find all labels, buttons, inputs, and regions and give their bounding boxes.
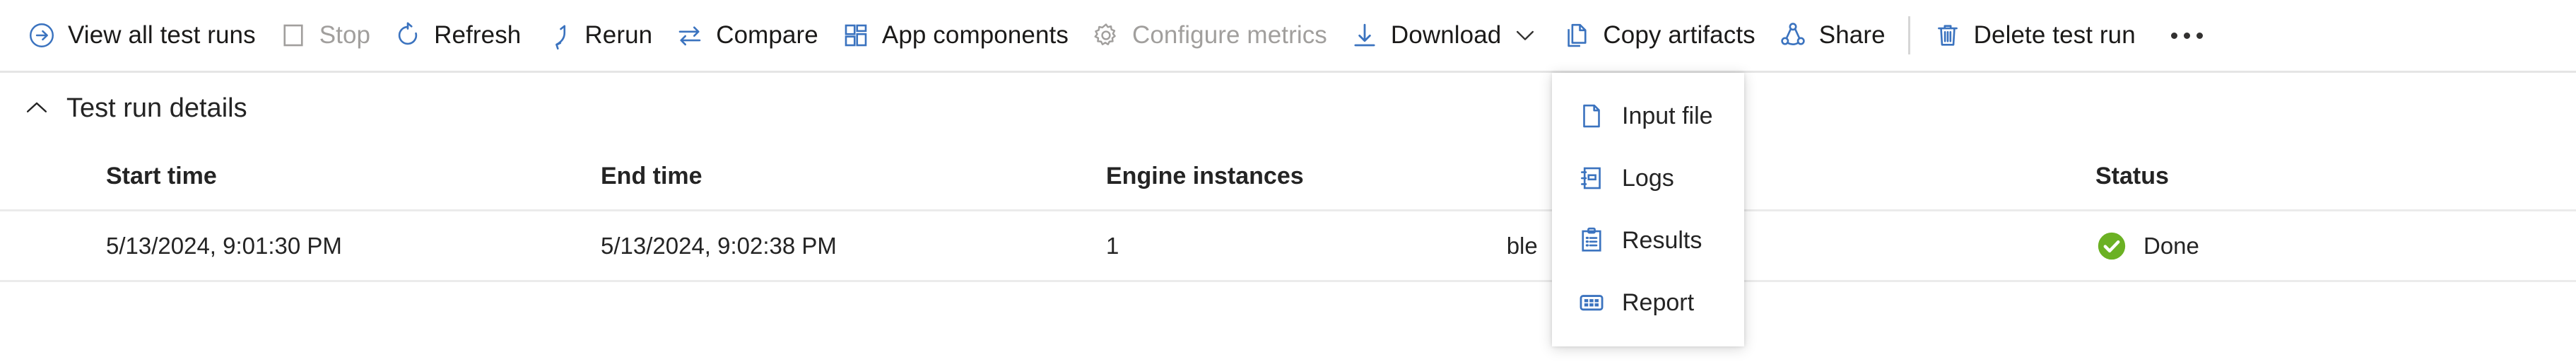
toolbar-button-refresh[interactable]: Refresh [382, 8, 532, 63]
document-icon [1577, 101, 1606, 131]
engine-instances-occluded-text: ble [1506, 232, 1538, 259]
refresh-icon [393, 21, 423, 50]
table-header-row: Start time End time Engine instances Sta… [0, 144, 2576, 211]
toolbar-button-copy-artifacts[interactable]: Copy artifacts [1551, 8, 1766, 63]
cell-end-time: 5/13/2024, 9:02:38 PM [601, 232, 837, 259]
download-icon [1350, 21, 1380, 50]
menu-item-input-file[interactable]: Input file [1552, 85, 1744, 147]
test-run-details-table: Start time End time Engine instances Sta… [0, 144, 2576, 282]
copy-icon [1562, 21, 1592, 50]
cell-status: Done [2095, 230, 2519, 262]
toolbar-label: Stop [319, 21, 371, 49]
status-badge: Done [2143, 232, 2199, 259]
toolbar-label: Download [1390, 21, 1502, 49]
toolbar-button-configure-metrics[interactable]: Configure metrics [1080, 8, 1339, 63]
gear-icon [1091, 21, 1121, 50]
menu-item-label: Logs [1622, 164, 1674, 192]
toolbar-button-app-components[interactable]: App components [830, 8, 1080, 63]
column-header-end-time: End time [601, 163, 702, 189]
trash-icon [1933, 21, 1963, 50]
menu-item-label: Results [1622, 226, 1702, 254]
logs-icon [1577, 163, 1606, 193]
clipboard-list-icon [1577, 226, 1606, 255]
menu-item-label: Report [1622, 288, 1695, 316]
toolbar-button-compare[interactable]: Compare [664, 8, 830, 63]
toolbar-label: Configure metrics [1131, 21, 1327, 49]
toolbar-label: Delete test run [1973, 21, 2136, 49]
menu-item-logs[interactable]: Logs [1552, 147, 1744, 209]
toolbar-button-stop[interactable]: Stop [267, 8, 382, 63]
toolbar-label: Share [1818, 21, 1886, 49]
arrow-right-circle-icon [27, 21, 57, 50]
app-components-icon [841, 21, 871, 50]
toolbar-button-delete-test-run[interactable]: Delete test run [1922, 8, 2147, 63]
chevron-down-icon[interactable] [1511, 21, 1539, 49]
test-run-details-section-header[interactable]: Test run details [0, 73, 2576, 144]
toolbar-label: Refresh [434, 21, 522, 49]
toolbar-overflow-button[interactable] [2160, 8, 2215, 63]
toolbar-label: Copy artifacts [1603, 21, 1755, 49]
column-header-status: Status [2095, 163, 2169, 189]
ellipsis-icon [2171, 32, 2204, 39]
chevron-up-icon [21, 93, 52, 124]
toolbar-label: View all test runs [68, 21, 256, 49]
download-dropdown-menu: Input file Logs Results Report [1552, 73, 1744, 346]
report-grid-icon [1577, 288, 1606, 317]
toolbar-button-view-all-test-runs[interactable]: View all test runs [16, 8, 267, 63]
command-toolbar: View all test runs Stop Refresh Rerun Co… [0, 0, 2576, 73]
menu-item-report[interactable]: Report [1552, 272, 1744, 334]
toolbar-label: App components [881, 21, 1069, 49]
toolbar-label: Compare [716, 21, 818, 49]
menu-item-results[interactable]: Results [1552, 209, 1744, 272]
share-icon [1778, 21, 1808, 50]
compare-arrows-icon [675, 21, 705, 50]
menu-item-label: Input file [1622, 102, 1713, 129]
table-row[interactable]: 5/13/2024, 9:01:30 PM 5/13/2024, 9:02:38… [0, 211, 2576, 282]
check-circle-icon [2095, 230, 2128, 262]
page-title: Test run details [66, 93, 247, 123]
toolbar-button-share[interactable]: Share [1767, 8, 1897, 63]
toolbar-label: Rerun [584, 21, 653, 49]
column-header-start-time: Start time [106, 163, 217, 189]
toolbar-divider [1907, 16, 1910, 54]
cell-start-time: 5/13/2024, 9:01:30 PM [106, 232, 342, 259]
toolbar-button-download[interactable]: Download [1339, 8, 1551, 63]
rerun-icon [543, 21, 573, 50]
stop-square-icon [278, 21, 308, 50]
engine-instances-value: 1 [1106, 232, 1119, 259]
toolbar-button-rerun[interactable]: Rerun [532, 8, 664, 63]
